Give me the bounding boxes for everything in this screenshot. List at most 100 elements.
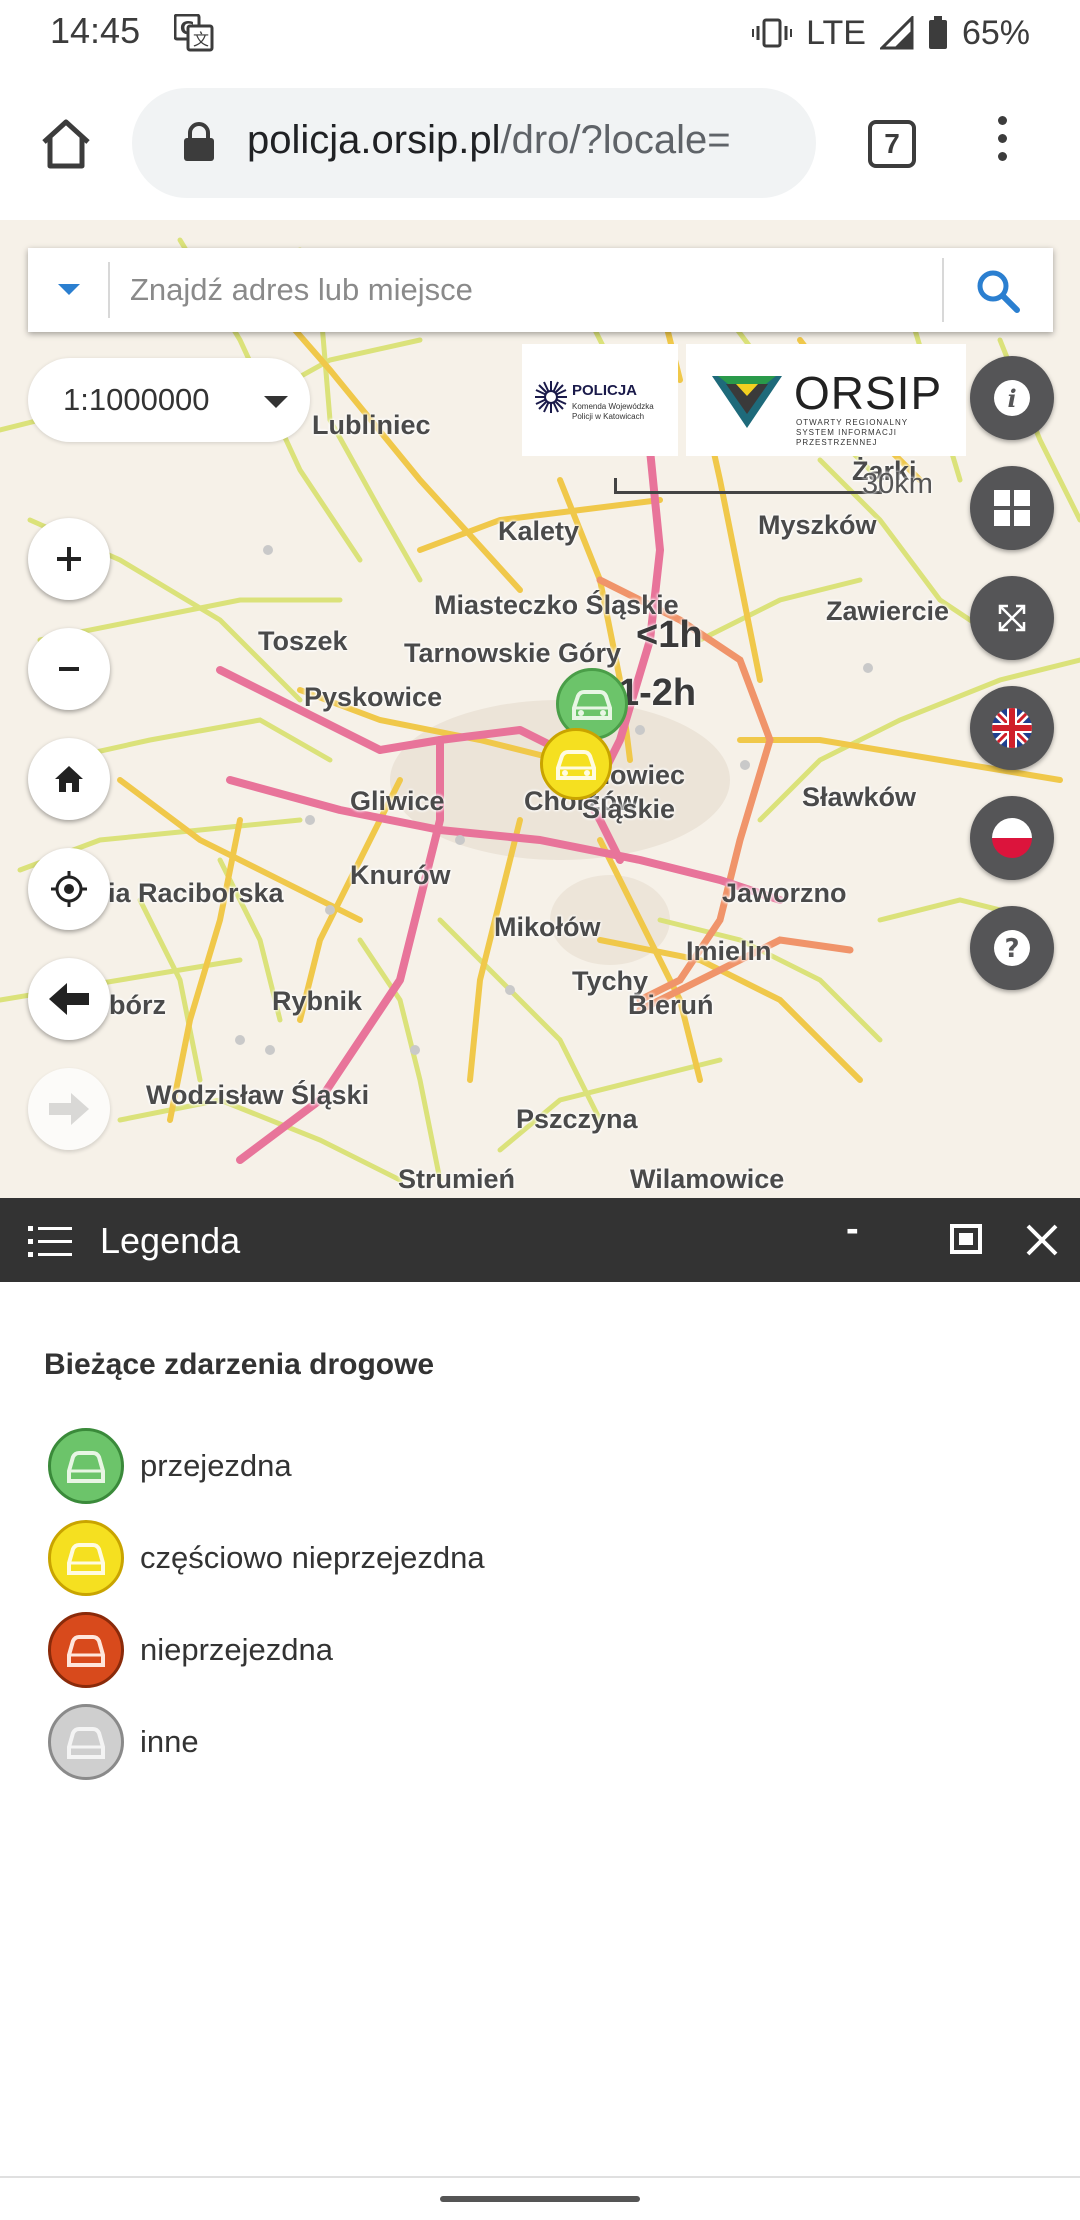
battery-icon bbox=[928, 16, 947, 49]
incident-marker-partially-impassable[interactable] bbox=[540, 728, 612, 800]
zoom-out-button[interactable] bbox=[28, 628, 110, 710]
lock-icon bbox=[184, 122, 214, 161]
nav-divider bbox=[0, 2176, 1080, 2178]
fullscreen-button[interactable] bbox=[970, 576, 1054, 660]
info-button[interactable]: i bbox=[970, 356, 1054, 440]
scale-bar-label: 30km bbox=[862, 468, 933, 500]
legend-swatch-yellow bbox=[48, 1520, 124, 1596]
status-bar: 14:45 G 文 LTE 65% bbox=[0, 0, 1080, 66]
tab-switcher-button[interactable]: 7 bbox=[868, 120, 916, 168]
minimize-button[interactable]: - bbox=[846, 1208, 859, 1251]
back-button[interactable] bbox=[28, 958, 110, 1040]
map-label-strumien: Strumień bbox=[398, 1164, 516, 1194]
maximize-icon[interactable] bbox=[950, 1224, 982, 1254]
map-label-tarnowskie-gory: Tarnowskie Góry bbox=[404, 638, 622, 668]
browser-menu-button[interactable] bbox=[990, 116, 1014, 172]
scale-value: 1:1000000 bbox=[63, 382, 210, 417]
map-label-bierun: Bieruń bbox=[628, 990, 714, 1020]
map-label-toszek: Toszek bbox=[258, 626, 348, 656]
url-path: /dro/?locale= bbox=[500, 118, 731, 162]
url-text: policja.orsip.pl/dro/?locale= bbox=[247, 118, 731, 163]
chevron-down-icon bbox=[264, 396, 288, 408]
divider bbox=[942, 258, 944, 322]
police-star-icon bbox=[535, 381, 567, 413]
address-bar[interactable]: policja.orsip.pl/dro/?locale= bbox=[132, 88, 816, 198]
zoom-in-button[interactable] bbox=[28, 518, 110, 600]
car-crash-icon bbox=[67, 1635, 105, 1667]
browser-toolbar: policja.orsip.pl/dro/?locale= 7 bbox=[0, 66, 1080, 220]
policja-logo-name: POLICJA bbox=[572, 382, 638, 399]
map-label-wilamowice: Wilamowice bbox=[630, 1164, 785, 1194]
map-label-kalety: Kalety bbox=[498, 516, 580, 546]
search-icon[interactable] bbox=[973, 266, 1023, 316]
locate-me-button[interactable] bbox=[28, 848, 110, 930]
map-label-myszkow: Myszków bbox=[758, 510, 877, 540]
legend-item-partially-impassable: częściowo nieprzejezdna bbox=[48, 1520, 948, 1596]
map-label-wodzislaw-slaski: Wodzisław Śląski bbox=[146, 1080, 370, 1110]
legend-label: nieprzejezdna bbox=[140, 1632, 334, 1667]
expand-icon bbox=[998, 604, 1026, 632]
car-crash-icon bbox=[572, 690, 612, 720]
language-polish-button[interactable] bbox=[970, 796, 1054, 880]
layers-button[interactable] bbox=[970, 466, 1054, 550]
search-box bbox=[28, 248, 1053, 332]
map-label-lubliniec: Lubliniec bbox=[312, 410, 431, 440]
divider bbox=[108, 262, 110, 318]
car-crash-icon bbox=[67, 1451, 105, 1483]
map-label-zawiercie: Zawiercie bbox=[826, 596, 950, 626]
legend-item-passable: przejezdna bbox=[48, 1428, 948, 1504]
car-crash-icon bbox=[67, 1543, 105, 1575]
forward-button[interactable] bbox=[28, 1068, 110, 1150]
translate-icon: G 文 bbox=[174, 14, 214, 52]
minus-icon bbox=[59, 667, 79, 671]
scale-select[interactable]: 1:1000000 bbox=[28, 358, 310, 442]
legend-header: Legenda - bbox=[0, 1198, 1080, 1282]
svg-text:文: 文 bbox=[193, 30, 209, 49]
svg-text:i: i bbox=[1007, 384, 1016, 413]
orsip-logo-subtitle: OTWARTY REGIONALNY SYSTEM INFORMACJI PRZ… bbox=[796, 418, 908, 447]
vibrate-icon bbox=[752, 18, 793, 48]
policja-logo: POLICJA Komenda Wojewódzka Policji w Kat… bbox=[522, 344, 678, 456]
home-extent-button[interactable] bbox=[28, 738, 110, 820]
home-icon[interactable] bbox=[36, 114, 96, 174]
legend-title: Legenda bbox=[100, 1220, 241, 1261]
legend-label: inne bbox=[140, 1724, 199, 1759]
signal-icon bbox=[879, 16, 914, 50]
time-label-under-1h: <1h bbox=[636, 614, 703, 656]
map-label-pszczyna: Pszczyna bbox=[516, 1104, 638, 1134]
grid-icon bbox=[994, 490, 1030, 526]
legend-item-impassable: nieprzejezdna bbox=[48, 1612, 948, 1688]
info-icon: i bbox=[994, 380, 1030, 416]
help-icon: ? bbox=[994, 930, 1030, 966]
network-type: LTE bbox=[806, 13, 866, 52]
map-label-rybnik: Rybnik bbox=[272, 986, 363, 1016]
car-crash-icon bbox=[556, 750, 596, 780]
legend-section-title: Bieżące zdarzenia drogowe bbox=[44, 1348, 435, 1381]
legend-swatch-green bbox=[48, 1428, 124, 1504]
battery-percent: 65% bbox=[961, 13, 1030, 52]
legend-item-other: inne bbox=[48, 1704, 948, 1780]
home-icon bbox=[55, 766, 83, 792]
gesture-nav-handle[interactable] bbox=[440, 2196, 640, 2202]
uk-flag-icon bbox=[992, 708, 1032, 748]
map-view[interactable]: Lubliniec Kalety Żarki Myszków Miasteczk… bbox=[0, 220, 1080, 1198]
map-label-slaskie: Śląskie bbox=[582, 794, 676, 824]
search-input[interactable] bbox=[128, 264, 948, 316]
legend-swatch-red bbox=[48, 1612, 124, 1688]
language-english-button[interactable] bbox=[970, 686, 1054, 770]
url-host: policja.orsip.pl bbox=[247, 118, 501, 162]
legend-label: częściowo nieprzejezdna bbox=[140, 1540, 485, 1575]
search-type-dropdown[interactable] bbox=[28, 248, 108, 332]
status-time: 14:45 bbox=[50, 10, 141, 51]
legend-swatch-grey bbox=[48, 1704, 124, 1780]
svg-text:?: ? bbox=[1004, 934, 1019, 964]
time-label-1-2h: 1-2h bbox=[618, 672, 697, 714]
status-icons: LTE 65% bbox=[752, 10, 1030, 56]
help-button[interactable]: ? bbox=[970, 906, 1054, 990]
list-icon bbox=[28, 1226, 72, 1257]
map-label-jaworzno: Jaworzno bbox=[722, 878, 847, 908]
pl-flag-icon bbox=[992, 818, 1032, 858]
crosshair-icon bbox=[51, 871, 87, 907]
close-icon[interactable] bbox=[1024, 1222, 1060, 1258]
scale-bar bbox=[614, 478, 882, 494]
